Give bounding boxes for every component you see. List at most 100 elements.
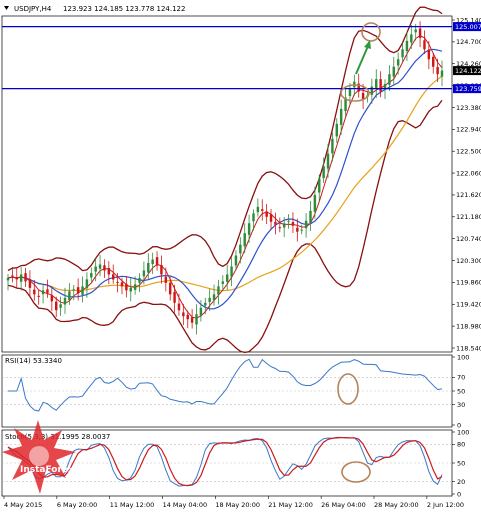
candle-body [414, 29, 417, 33]
candle-body [41, 290, 45, 295]
candle-body [278, 227, 282, 229]
candle-body [103, 265, 106, 271]
candle-body [81, 286, 84, 295]
candle-body [265, 211, 268, 217]
rsi-label: RSI(14) 53.3340 [5, 357, 62, 365]
logo-text: InstaForex [20, 465, 74, 475]
candle-body [375, 79, 378, 90]
candle-body [177, 303, 181, 311]
candle-body [418, 28, 422, 38]
candle-body [151, 259, 154, 265]
rsi-tick-label: 70 [457, 374, 465, 382]
candle-body [37, 295, 40, 297]
candle-body [160, 265, 163, 275]
x-tick-label: 11 May 12:00 [110, 501, 155, 509]
candle-body [221, 281, 225, 284]
chart-window: USDJPY,H4 123.923 124.185 123.778 124.12… [0, 0, 481, 510]
candle-body [388, 74, 391, 85]
candle-body [274, 221, 277, 225]
candle-body [423, 40, 426, 50]
price-tick-label: 120.740 [456, 235, 481, 243]
price-tick-label: 119.860 [456, 279, 481, 287]
candle-body [436, 66, 439, 75]
candle-body [252, 213, 255, 222]
candle-body [182, 312, 185, 317]
candle-body [291, 222, 295, 226]
candle-body [98, 264, 102, 269]
x-tick-label: 26 May 04:00 [321, 501, 366, 509]
price-tick-label: 122.500 [456, 148, 481, 156]
candle-body [208, 297, 211, 302]
x-tick-label: 2 Jun 12:00 [427, 501, 464, 509]
price-tick-label: 121.620 [456, 191, 481, 199]
x-tick-label: 21 May 12:00 [268, 501, 313, 509]
candle-body [33, 289, 36, 295]
symbol-label: USDJPY,H4 [14, 5, 52, 13]
candle-body [138, 277, 141, 283]
candle-body [432, 56, 435, 67]
price-tick-label: 119.420 [456, 301, 481, 309]
candle-body [59, 304, 62, 308]
x-tick-label: 6 May 20:00 [57, 501, 97, 509]
x-axis-labels: 4 May 2015 6 May 20:00 11 May 12:00 14 May … [3, 496, 464, 509]
price-tick-label: 122.060 [456, 169, 481, 177]
candle-body [410, 34, 413, 43]
candle-body [247, 223, 251, 235]
candle-body [309, 210, 312, 223]
candle-body [94, 266, 97, 272]
candle-body [370, 86, 374, 95]
candle-body [392, 66, 395, 77]
candle-body [190, 317, 194, 323]
candle-body [46, 289, 49, 293]
candle-body [217, 286, 220, 295]
candle-body [335, 123, 339, 137]
price-tick-label: 118.980 [456, 322, 481, 330]
candle-body [24, 273, 27, 282]
candle-body [225, 274, 229, 282]
candle-body [300, 229, 303, 231]
candle-body [168, 282, 172, 295]
candle-body [296, 227, 299, 232]
candle-body [282, 223, 286, 228]
header-triangle-icon [4, 6, 9, 10]
candle-body [186, 314, 189, 320]
candle-body [405, 40, 409, 52]
candle-body [318, 178, 321, 193]
candle-body [15, 277, 18, 280]
candle-body [212, 294, 216, 301]
price-tick-label: 120.300 [456, 257, 481, 265]
candle-body [401, 49, 404, 58]
price-tick-label: 121.180 [456, 213, 481, 221]
price-tick-label: 124.700 [456, 38, 481, 46]
candle-body [199, 307, 203, 316]
level-lower-label: 123.759 [455, 85, 481, 93]
chart-svg[interactable]: USDJPY,H4 123.923 124.185 123.778 124.12… [0, 0, 481, 510]
candle-body [204, 302, 207, 306]
candle-body [147, 263, 150, 273]
candle-body [6, 277, 10, 281]
candle-body [261, 209, 264, 211]
price-tick-label: 122.940 [456, 126, 481, 134]
candle-body [142, 270, 146, 277]
candle-body [120, 282, 124, 287]
candle-body [361, 92, 365, 100]
candle-body [322, 166, 325, 179]
candle-body [19, 274, 23, 282]
candle-body [133, 284, 137, 290]
candle-body [379, 79, 382, 92]
current-price-label: 124.122 [455, 67, 481, 75]
rsi-tick-label: 100 [457, 353, 469, 361]
x-tick-label: 14 May 04:00 [163, 501, 208, 509]
candle-body [68, 291, 71, 301]
candle-body [230, 266, 233, 277]
candle-body [125, 284, 128, 291]
candle-body [326, 153, 330, 169]
candle-body [269, 214, 273, 222]
candle-body [348, 89, 352, 97]
candle-body [339, 108, 343, 125]
price-tick-label: 123.380 [456, 104, 481, 112]
candle-body [239, 244, 242, 254]
candle-body [76, 287, 80, 294]
stoch-tick-label: 80 [457, 441, 465, 449]
level-upper-label: 125.007 [455, 23, 481, 31]
